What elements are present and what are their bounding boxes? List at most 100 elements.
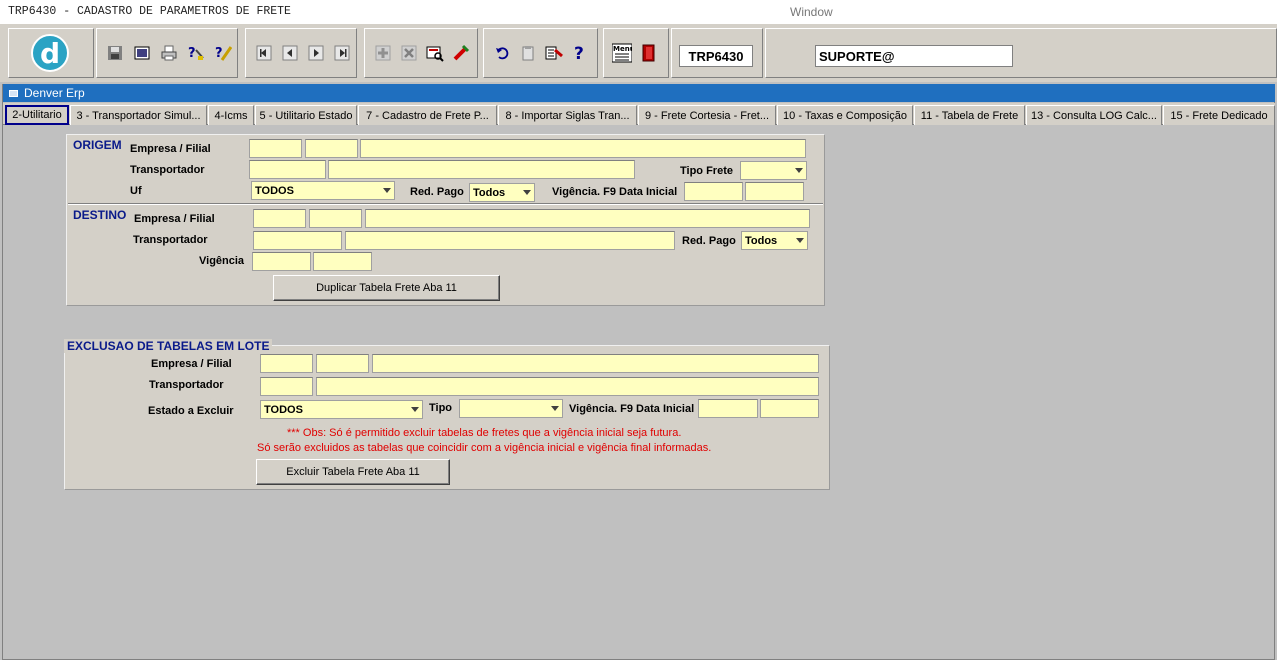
delete-record-icon[interactable] [397,41,421,65]
estado-excluir-label: Estado a Excluir [148,405,234,417]
tab-icms[interactable]: 4-Icms [208,105,254,125]
help-query-icon[interactable]: ? [184,41,208,65]
chevron-down-icon [795,168,803,173]
exclusao-empresa-field[interactable] [260,354,313,373]
destino-red-pago-value: Todos [745,234,778,247]
tab-taxas-composicao[interactable]: 10 - Taxas e Composição [777,105,913,125]
user-field: SUPORTE@ [815,45,1013,67]
estado-excluir-value: TODOS [264,403,303,416]
origem-transportador-code-field[interactable] [249,160,326,179]
obs-text-1: *** Obs: Só é permitido excluir tabelas … [287,427,682,439]
destino-filial-field[interactable] [309,209,362,228]
origem-empresa-desc-field[interactable] [360,139,806,158]
tab-cadastro-frete[interactable]: 7 - Cadastro de Frete P... [358,105,497,125]
form-code: TRP6430 [679,45,753,67]
inner-window-titlebar: Denver Erp [3,84,1275,102]
exclusao-title: EXCLUSAO DE TABELAS EM LOTE [64,339,273,353]
first-record-icon[interactable] [252,41,276,65]
exclusao-vigencia-label: Vigência. F9 Data Inicial [569,403,695,415]
toolbar-group-records [364,28,478,78]
toolbar-group-tools: ? [483,28,598,78]
clipboard-icon[interactable] [516,41,540,65]
uf-select[interactable]: TODOS [251,181,395,200]
toolbar-group-menu: Menu [603,28,669,78]
add-record-icon[interactable] [371,41,395,65]
question-icon[interactable]: ? [568,41,592,65]
tipo-select[interactable] [459,399,563,418]
exclusao-transportador-code-field[interactable] [260,377,313,396]
edit-icon[interactable]: ? [211,41,235,65]
chevron-down-icon [796,238,804,243]
exclusao-filial-field[interactable] [316,354,369,373]
chevron-down-icon [383,188,391,193]
tipo-frete-label: Tipo Frete [680,165,733,177]
window-icon[interactable] [130,41,154,65]
tab-transportador-simul[interactable]: 3 - Transportador Simul... [70,105,207,125]
exclusao-transportador-name-field[interactable] [316,377,819,396]
logo-group: d [8,28,94,78]
estado-excluir-select[interactable]: TODOS [260,400,423,419]
origem-filial-field[interactable] [305,139,358,158]
svg-text:?: ? [188,46,196,61]
prev-record-icon[interactable] [278,41,302,65]
destino-transportador-code-field[interactable] [253,231,342,250]
origem-transportador-label: Transportador [130,164,205,176]
exclusao-empresa-desc-field[interactable] [372,354,819,373]
svg-text:?: ? [574,44,584,62]
tab-frete-cortesia[interactable]: 9 - Frete Cortesia - Fret... [638,105,776,125]
destino-transportador-label: Transportador [133,234,208,246]
title-bar: TRP6430 - CADASTRO DE PARAMETROS DE FRET… [0,0,1277,24]
exclusao-empresa-label: Empresa / Filial [151,358,232,370]
destino-empresa-desc-field[interactable] [365,209,810,228]
destino-title: DESTINO [70,208,130,222]
tab-tabela-frete[interactable]: 11 - Tabela de Frete [914,105,1025,125]
menu-icon[interactable]: Menu [610,41,634,65]
print-icon[interactable] [157,41,181,65]
uf-label: Uf [130,185,142,197]
exclusao-vigencia-end-field[interactable] [760,399,819,418]
destino-vigencia-end-field[interactable] [313,252,372,271]
window-menu[interactable]: Window [790,5,833,19]
search-icon[interactable] [423,41,447,65]
duplicar-button[interactable]: Duplicar Tabela Frete Aba 11 [273,275,500,301]
tab-utilitario-estado[interactable]: 5 - Utilitario Estado [255,105,357,125]
save-icon[interactable] [103,41,127,65]
undo-icon[interactable] [490,41,514,65]
tab-frete-dedicado[interactable]: 15 - Frete Dedicado [1163,105,1275,125]
destino-red-pago-select[interactable]: Todos [741,231,808,250]
svg-text:Menu: Menu [613,45,632,53]
tab-utilitario[interactable]: 2-Utilitario [5,105,69,125]
chevron-down-icon [523,190,531,195]
origem-title: ORIGEM [70,138,125,152]
destino-empresa-field[interactable] [253,209,306,228]
chevron-down-icon [551,406,559,411]
tab-importar-siglas[interactable]: 8 - Importar Siglas Tran... [498,105,637,125]
window-small-icon [9,89,18,97]
exit-icon[interactable] [637,41,661,65]
logo-letter: d [39,36,61,70]
obs-text-2: Só serão excluidos as tabelas que coinci… [257,442,712,454]
destino-vigencia-start-field[interactable] [252,252,311,271]
next-record-icon[interactable] [304,41,328,65]
destino-empresa-label: Empresa / Filial [134,213,215,225]
origem-vigencia-end-field[interactable] [745,182,804,201]
origem-vigencia-start-field[interactable] [684,182,743,201]
uf-value: TODOS [255,184,294,197]
clear-icon[interactable] [449,41,473,65]
section-divider [68,203,823,205]
toolbar-group-file: ? ? [96,28,238,78]
tab-consulta-log[interactable]: 13 - Consulta LOG Calc... [1026,105,1162,125]
destino-transportador-name-field[interactable] [345,231,675,250]
denver-logo: d [31,34,69,72]
origem-empresa-field[interactable] [249,139,302,158]
excluir-button[interactable]: Excluir Tabela Frete Aba 11 [256,459,450,485]
origem-red-pago-label: Red. Pago [410,186,464,198]
exclusao-vigencia-start-field[interactable] [698,399,758,418]
tab-bar: 2-Utilitario 3 - Transportador Simul... … [3,103,1275,125]
tipo-frete-select[interactable] [740,161,807,180]
last-record-icon[interactable] [330,41,354,65]
origem-red-pago-select[interactable]: Todos [469,183,535,202]
tools-icon[interactable] [542,41,566,65]
origem-transportador-name-field[interactable] [328,160,635,179]
toolbar-group-navigation [245,28,357,78]
